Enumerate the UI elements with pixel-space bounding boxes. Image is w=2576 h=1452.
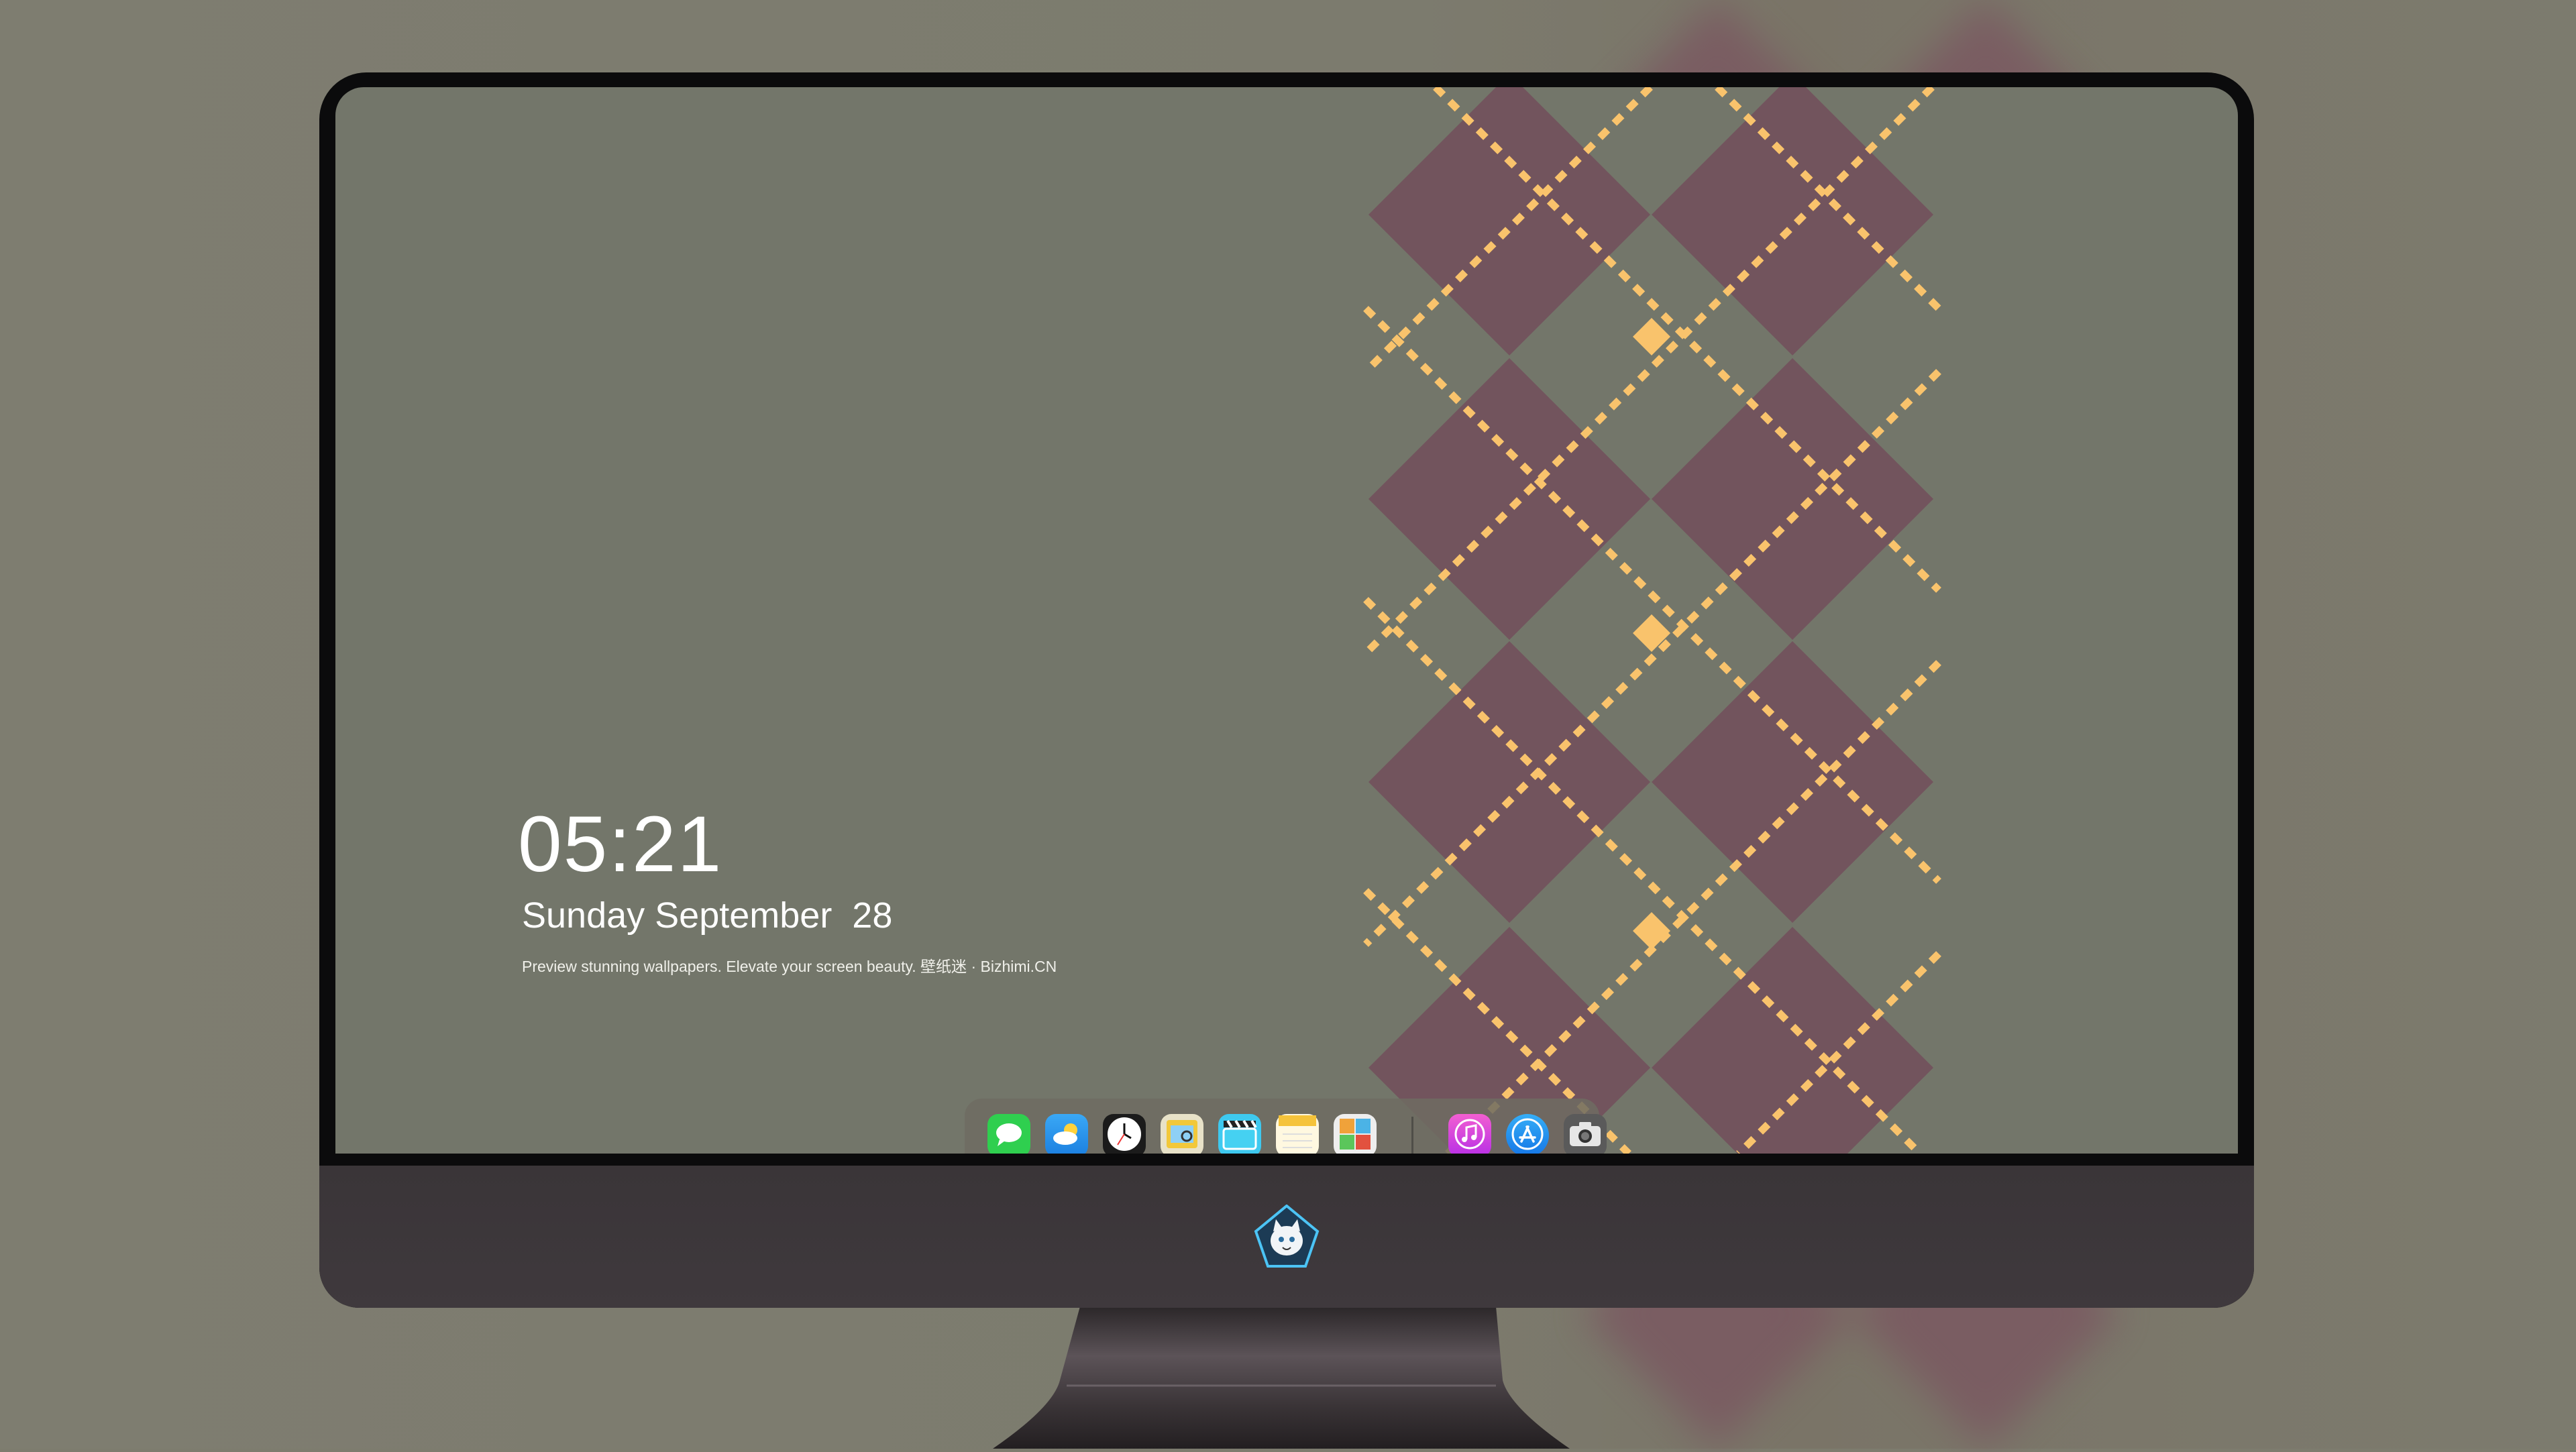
weather-cloud-icon xyxy=(1051,1121,1083,1151)
dock-app-photo-booth[interactable] xyxy=(1334,1114,1377,1154)
argyle-wallpaper xyxy=(1363,87,1941,1154)
cat-mascot-logo-icon xyxy=(1253,1204,1320,1272)
music-note-icon xyxy=(1454,1118,1486,1154)
dock-app-preview[interactable] xyxy=(1161,1114,1203,1154)
dock-app-clips[interactable] xyxy=(1218,1114,1261,1154)
wallpaper-tagline: Preview stunning wallpapers. Elevate you… xyxy=(522,958,1057,975)
desktop-screen: 05:21 Sunday September 28 Preview stunni… xyxy=(335,87,2238,1154)
dock-app-clock[interactable] xyxy=(1103,1114,1146,1154)
monitor-chin xyxy=(319,1166,2254,1308)
argyle-accent-diamonds xyxy=(1633,318,1670,950)
message-bubble-icon xyxy=(994,1121,1024,1151)
monitor-stand xyxy=(986,1306,1576,1449)
monitor: 05:21 Sunday September 28 Preview stunni… xyxy=(319,72,2254,1308)
dock-app-screenshot[interactable] xyxy=(1564,1114,1607,1154)
clock-icon xyxy=(1106,1115,1143,1154)
photo-grid-icon xyxy=(1337,1116,1373,1154)
dock-app-music[interactable] xyxy=(1448,1114,1491,1154)
notes-icon xyxy=(1279,1115,1316,1154)
app-store-icon xyxy=(1511,1117,1544,1154)
lockscreen-date: Sunday September 28 xyxy=(522,895,893,936)
dock-app-weather[interactable] xyxy=(1045,1114,1088,1154)
dock xyxy=(965,1099,1607,1154)
dock-app-app-store[interactable] xyxy=(1506,1114,1549,1154)
dock-app-notes[interactable] xyxy=(1276,1114,1319,1154)
dock-separator xyxy=(1411,1117,1413,1154)
clapperboard-icon xyxy=(1222,1118,1257,1154)
lockscreen-time: 05:21 xyxy=(518,800,723,889)
camera-icon xyxy=(1568,1121,1602,1151)
preview-icon xyxy=(1164,1116,1200,1154)
dock-app-messages[interactable] xyxy=(987,1114,1030,1154)
